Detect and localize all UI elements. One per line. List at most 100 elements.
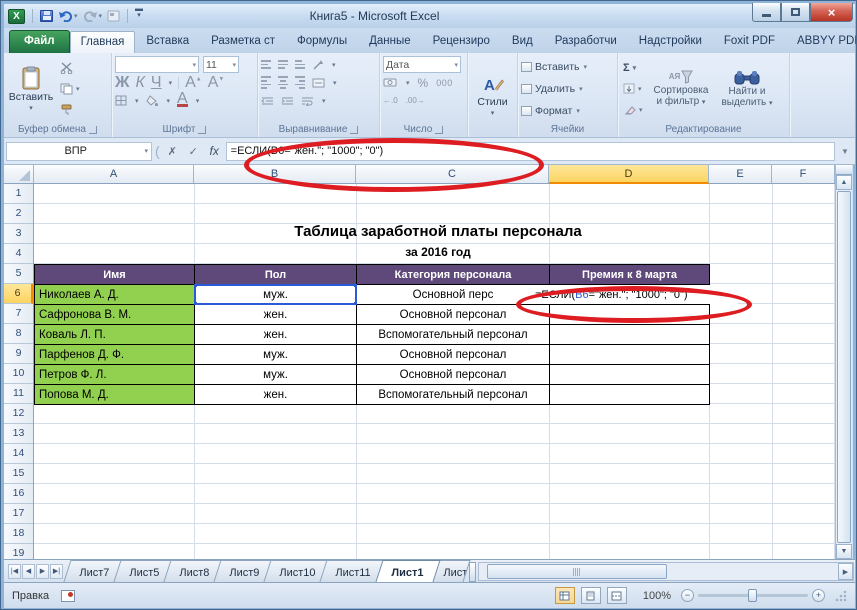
- column-header-A[interactable]: A: [34, 165, 194, 183]
- insert-cells-button[interactable]: Вставить ▾: [521, 58, 614, 75]
- italic-icon[interactable]: К: [135, 74, 144, 92]
- scroll-down-icon[interactable]: ▼: [836, 544, 852, 559]
- tab-abbyy-pdf[interactable]: ABBYY PDF 1: [786, 30, 856, 53]
- vertical-scroll-thumb[interactable]: [837, 191, 851, 543]
- font-dialog-launcher-icon[interactable]: [198, 125, 207, 134]
- row-header-7[interactable]: 7: [4, 304, 33, 324]
- formula-input[interactable]: =ЕСЛИ(B6="жен."; "1000"; "0"): [225, 141, 835, 161]
- cell-category-row9[interactable]: Основной персонал: [357, 345, 550, 365]
- tab-review[interactable]: Рецензиро: [422, 30, 501, 53]
- cell-name-row9[interactable]: Парфенов Д. Ф.: [35, 345, 195, 365]
- last-sheet-icon[interactable]: ▶|: [50, 563, 63, 579]
- scroll-right-icon[interactable]: ▶: [838, 563, 853, 580]
- tab-file[interactable]: Файл: [9, 30, 70, 53]
- cell-bonus-row10[interactable]: [550, 365, 710, 385]
- row-header-17[interactable]: 17: [4, 504, 33, 524]
- autosum-icon[interactable]: Σ ▾: [621, 59, 647, 77]
- alignment-dialog-launcher-icon[interactable]: [350, 125, 359, 134]
- column-header-D[interactable]: D: [549, 165, 709, 184]
- fill-color-icon[interactable]: [145, 95, 159, 106]
- comma-style-icon[interactable]: 000: [436, 78, 453, 88]
- orientation-icon[interactable]: [312, 59, 324, 71]
- macro-record-icon[interactable]: [61, 589, 76, 602]
- align-middle-icon[interactable]: [278, 60, 288, 69]
- worksheet-grid[interactable]: ABCDEF 1 2 3 4 5 6 7 8 9 10 11 12 13 14 15 16 17 18 19 Таб…: [4, 165, 835, 559]
- align-center-icon[interactable]: [278, 76, 288, 89]
- shrink-font-icon[interactable]: А▼: [208, 74, 225, 92]
- resize-grip[interactable]: [835, 589, 847, 602]
- tab-splitter[interactable]: [468, 562, 476, 582]
- insert-function-icon[interactable]: fx: [205, 142, 224, 160]
- cell-category-row11[interactable]: Вспомогательный персонал: [357, 385, 550, 405]
- row-header-11[interactable]: 11: [4, 384, 33, 404]
- split-handle[interactable]: [836, 165, 852, 175]
- number-dialog-launcher-icon[interactable]: [435, 125, 444, 134]
- delete-cells-button[interactable]: Удалить ▾: [521, 80, 614, 97]
- cell-name-row7[interactable]: Сафронова В. М.: [35, 305, 195, 325]
- zoom-in-icon[interactable]: +: [812, 589, 825, 602]
- row-header-18[interactable]: 18: [4, 524, 33, 544]
- cell-gender-row7[interactable]: жен.: [195, 305, 357, 325]
- row-header-8[interactable]: 8: [4, 324, 33, 344]
- cell-gender-row6[interactable]: муж.: [195, 285, 357, 305]
- sort-filter-button[interactable]: АЯ Сортировка и фильтр ▾: [650, 55, 712, 122]
- zoom-slider[interactable]: − +: [681, 589, 825, 602]
- cell-name-row11[interactable]: Попова М. Д.: [35, 385, 195, 405]
- tab-page-layout[interactable]: Разметка ст: [200, 30, 286, 53]
- row-header-14[interactable]: 14: [4, 444, 33, 464]
- normal-view-icon[interactable]: [554, 587, 575, 604]
- tab-foxit-pdf[interactable]: Foxit PDF: [713, 30, 786, 53]
- row-header-4[interactable]: 4: [4, 244, 33, 264]
- vertical-scrollbar[interactable]: ▲ ▼: [835, 165, 852, 559]
- cell-d6-formula[interactable]: =ЕСЛИ(B6 ="жен."; "1000"; "0"): [530, 285, 738, 304]
- enter-entry-icon[interactable]: ✓: [184, 142, 203, 160]
- row-header-9[interactable]: 9: [4, 344, 33, 364]
- align-bottom-icon[interactable]: [295, 60, 305, 69]
- cell-category-row7[interactable]: Основной персонал: [357, 305, 550, 325]
- zoom-level[interactable]: 100%: [643, 590, 671, 602]
- merge-center-icon[interactable]: [312, 78, 325, 88]
- paste-button[interactable]: Вставить ▾: [7, 55, 55, 122]
- tab-home[interactable]: Главная: [69, 31, 136, 53]
- number-format-select[interactable]: Дата ▾: [383, 56, 461, 73]
- tab-formulas[interactable]: Формулы: [286, 30, 358, 53]
- column-header-B[interactable]: B: [194, 165, 356, 183]
- page-layout-view-icon[interactable]: [580, 587, 601, 604]
- cut-icon[interactable]: [58, 59, 82, 77]
- tab-data[interactable]: Данные: [358, 30, 422, 53]
- cell-bonus-row7[interactable]: [550, 305, 710, 325]
- borders-icon[interactable]: [115, 95, 127, 106]
- bold-icon[interactable]: Ж: [115, 74, 129, 92]
- row-header-3[interactable]: 3: [4, 224, 33, 244]
- fill-icon[interactable]: ▾: [621, 80, 647, 98]
- row-header-12[interactable]: 12: [4, 404, 33, 424]
- decrease-indent-icon[interactable]: [261, 96, 274, 106]
- align-left-icon[interactable]: [261, 76, 271, 89]
- close-button[interactable]: ×: [810, 3, 853, 22]
- align-right-icon[interactable]: [295, 76, 305, 89]
- scroll-up-icon[interactable]: ▲: [836, 175, 852, 190]
- page-break-view-icon[interactable]: [606, 587, 627, 604]
- name-box[interactable]: ВПР ▾: [6, 141, 152, 161]
- row-header-16[interactable]: 16: [4, 484, 33, 504]
- column-header-C[interactable]: C: [356, 165, 549, 183]
- table-header-0[interactable]: Имя: [35, 265, 195, 285]
- first-sheet-icon[interactable]: |◀: [8, 563, 21, 579]
- row-header-19[interactable]: 19: [4, 544, 33, 559]
- maximize-button[interactable]: [781, 3, 810, 22]
- cell-gender-row10[interactable]: муж.: [195, 365, 357, 385]
- prev-sheet-icon[interactable]: ◀: [22, 563, 35, 579]
- zoom-thumb[interactable]: [748, 589, 757, 602]
- cell-bonus-row9[interactable]: [550, 345, 710, 365]
- font-color-icon[interactable]: А: [177, 91, 188, 107]
- minimize-button[interactable]: [752, 3, 781, 22]
- tab-insert[interactable]: Вставка: [135, 30, 200, 53]
- cell-category-row8[interactable]: Вспомогательный персонал: [357, 325, 550, 345]
- row-header-1[interactable]: 1: [4, 184, 33, 204]
- font-size-select[interactable]: 11 ▾: [203, 56, 239, 73]
- row-header-5[interactable]: 5: [4, 264, 33, 284]
- styles-button[interactable]: A Стили ▾: [471, 73, 514, 119]
- increase-decimal-icon[interactable]: ←.0: [383, 96, 398, 105]
- select-all-corner[interactable]: [4, 165, 34, 183]
- column-header-F[interactable]: F: [772, 165, 835, 183]
